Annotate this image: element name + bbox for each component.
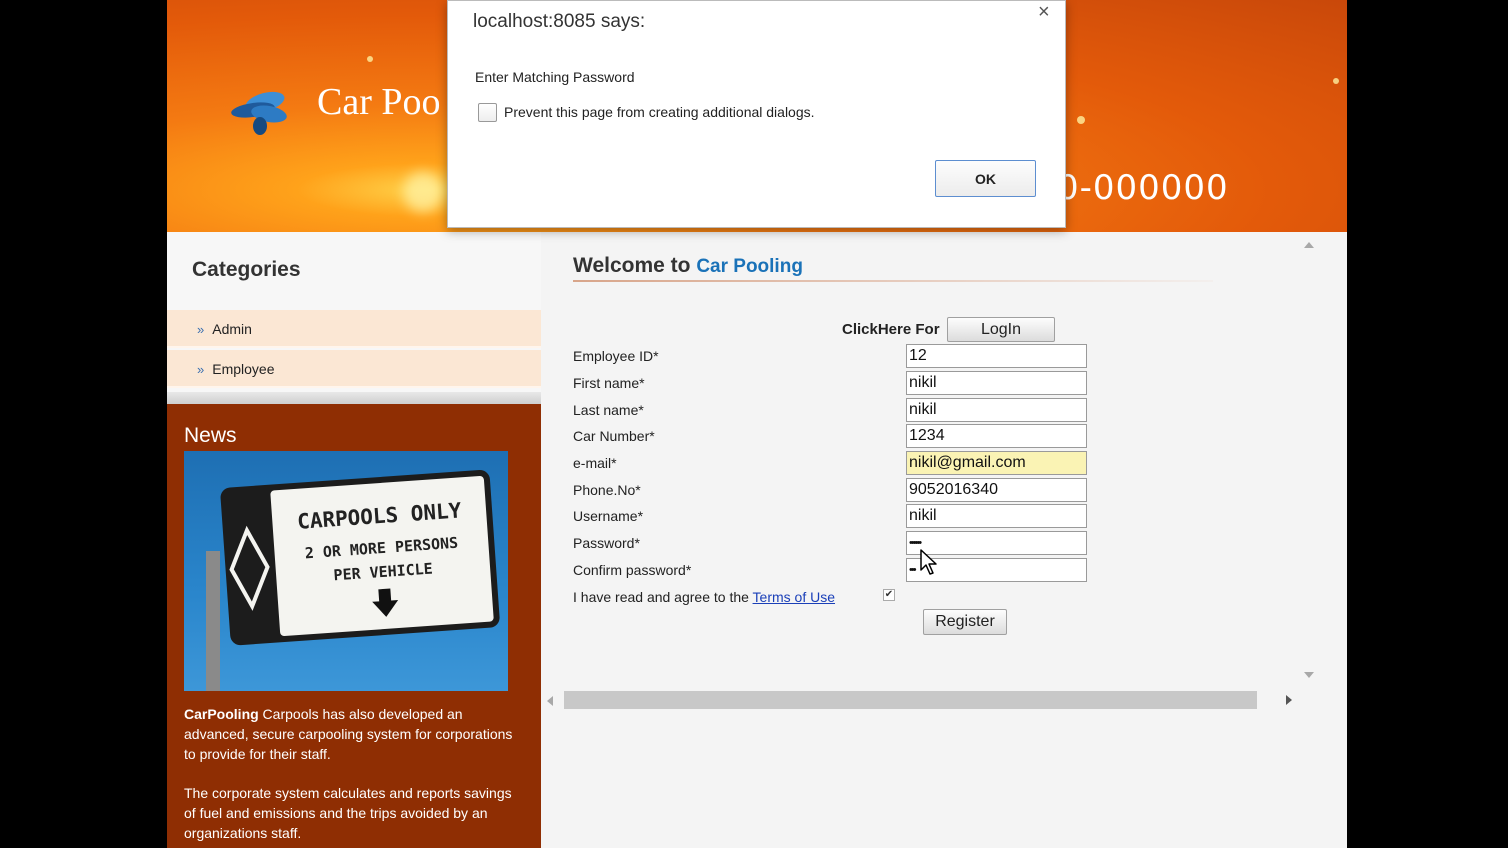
employee-id-input[interactable]: 12 bbox=[906, 344, 1087, 368]
welcome-accent: Car Pooling bbox=[696, 256, 803, 277]
site-title: Car Poo bbox=[317, 81, 441, 123]
header-light-flare bbox=[403, 172, 443, 212]
first-name-input[interactable]: nikil bbox=[906, 371, 1087, 395]
login-prompt-label: ClickHere For bbox=[842, 321, 940, 338]
employee-id-label: Employee ID* bbox=[573, 348, 659, 364]
login-button[interactable]: LogIn bbox=[947, 317, 1055, 342]
register-button[interactable]: Register bbox=[923, 609, 1007, 635]
scroll-right-icon[interactable] bbox=[1286, 695, 1292, 705]
password-label: Password* bbox=[573, 535, 640, 551]
terms-of-use-link[interactable]: Terms of Use bbox=[753, 589, 835, 605]
car-number-input[interactable]: 1234 bbox=[906, 424, 1087, 448]
ok-button[interactable]: OK bbox=[935, 160, 1036, 197]
news-paragraph-2: The corporate system calculates and repo… bbox=[184, 785, 512, 841]
alert-dialog: localhost:8085 says: × Enter Matching Pa… bbox=[447, 0, 1066, 228]
sidebar-item-admin[interactable]: » Admin bbox=[167, 310, 541, 348]
last-name-input[interactable]: nikil bbox=[906, 398, 1087, 422]
main-content: Welcome to Car Pooling ClickHere For Log… bbox=[541, 232, 1347, 848]
page-title: Welcome to Car Pooling bbox=[573, 254, 803, 278]
categories-title: Categories bbox=[192, 258, 301, 281]
sidebar-divider bbox=[167, 392, 541, 404]
phone-label: Phone.No* bbox=[573, 482, 641, 498]
carpool-sign-illustration: CARPOOLS ONLY 2 OR MORE PERSONS PER VEHI… bbox=[206, 469, 500, 691]
news-text: CarPooling Carpools has also developed a… bbox=[184, 704, 514, 848]
carpool-sign-image: CARPOOLS ONLY 2 OR MORE PERSONS PER VEHI… bbox=[184, 451, 508, 691]
sidebar: Categories » Admin » Employee News CARPO… bbox=[167, 232, 541, 848]
news-section: News CARPOOLS ONLY 2 OR MORE PERSONS PER… bbox=[167, 404, 541, 848]
terms-agreement: I have read and agree to the Terms of Us… bbox=[573, 589, 835, 605]
sidebar-item-employee[interactable]: » Employee bbox=[167, 350, 541, 388]
car-number-label: Car Number* bbox=[573, 428, 655, 444]
news-brand: CarPooling bbox=[184, 706, 259, 722]
header-sparkle bbox=[367, 56, 373, 62]
title-underline bbox=[573, 280, 1213, 282]
scroll-left-icon[interactable] bbox=[547, 696, 553, 706]
news-paragraph: CarPooling Carpools has also developed a… bbox=[184, 704, 514, 764]
email-label: e-mail* bbox=[573, 455, 617, 471]
sidebar-item-label: Employee bbox=[212, 361, 275, 377]
email-input[interactable]: nikil@gmail.com bbox=[906, 451, 1087, 475]
mouse-cursor-icon bbox=[920, 549, 937, 575]
dialog-title: localhost:8085 says: bbox=[473, 11, 646, 32]
terms-checkbox[interactable]: ✔ bbox=[883, 589, 895, 601]
news-title: News bbox=[184, 424, 237, 447]
double-chevron-icon: » bbox=[197, 362, 205, 377]
prevent-dialogs-checkbox[interactable] bbox=[478, 103, 497, 122]
horizontal-scroll-thumb[interactable] bbox=[564, 691, 1257, 709]
header-sparkle bbox=[1077, 116, 1085, 124]
carpool-logo-icon bbox=[231, 91, 287, 135]
close-icon[interactable]: × bbox=[1038, 1, 1050, 24]
scroll-up-icon[interactable] bbox=[1304, 242, 1314, 248]
double-chevron-icon: » bbox=[197, 322, 205, 337]
dialog-message: Enter Matching Password bbox=[475, 69, 635, 85]
confirm-password-label: Confirm password* bbox=[573, 562, 692, 578]
agree-text: I have read and agree to the bbox=[573, 589, 753, 605]
header-sparkle bbox=[1333, 78, 1339, 84]
sidebar-item-label: Admin bbox=[212, 321, 252, 337]
username-input[interactable]: nikil bbox=[906, 504, 1087, 528]
welcome-prefix: Welcome to bbox=[573, 254, 697, 277]
last-name-label: Last name* bbox=[573, 402, 644, 418]
phone-number: 0-000000 bbox=[1057, 168, 1229, 208]
vertical-scrollbar[interactable] bbox=[1301, 236, 1317, 686]
scroll-down-icon[interactable] bbox=[1304, 672, 1314, 678]
phone-input[interactable]: 9052016340 bbox=[906, 478, 1087, 502]
username-label: Username* bbox=[573, 508, 644, 524]
first-name-label: First name* bbox=[573, 375, 645, 391]
categories-box: Categories » Admin » Employee bbox=[167, 232, 541, 407]
prevent-dialogs-label[interactable]: Prevent this page from creating addition… bbox=[504, 104, 815, 120]
horizontal-scrollbar[interactable] bbox=[547, 691, 1292, 709]
